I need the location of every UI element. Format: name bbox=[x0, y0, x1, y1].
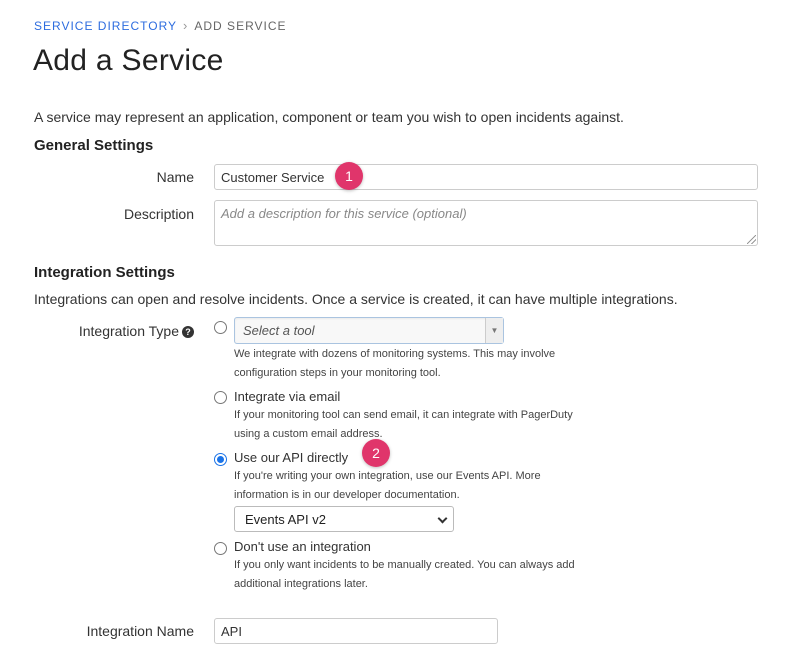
radio-integrate-email[interactable] bbox=[214, 391, 227, 404]
breadcrumb-service-directory-link[interactable]: SERVICE DIRECTORY bbox=[34, 19, 177, 33]
integration-type-label-text: Integration Type bbox=[78, 323, 179, 339]
integration-settings-heading: Integration Settings bbox=[34, 264, 175, 281]
name-label: Name bbox=[156, 169, 194, 185]
annotation-badge-2: 2 bbox=[362, 439, 390, 467]
integration-name-input[interactable] bbox=[214, 618, 498, 644]
integration-type-label: Integration Type? bbox=[34, 323, 194, 339]
select-tool-dropdown[interactable]: Select a tool ▼ bbox=[234, 317, 504, 344]
description-label: Description bbox=[123, 206, 194, 222]
radio-no-integration[interactable] bbox=[214, 542, 227, 555]
events-api-version-select[interactable]: Events API v2 bbox=[234, 506, 454, 532]
chevron-down-icon bbox=[437, 513, 448, 524]
breadcrumb-current: ADD SERVICE bbox=[194, 18, 287, 33]
page-intro: A service may represent an application, … bbox=[34, 109, 624, 125]
breadcrumb: SERVICE DIRECTORY › ADD SERVICE bbox=[34, 18, 287, 33]
resize-grip-icon[interactable] bbox=[747, 235, 756, 244]
service-name-input[interactable] bbox=[214, 164, 758, 190]
integrate-email-help: If your monitoring tool can send email, … bbox=[234, 409, 573, 440]
use-api-title[interactable]: Use our API directly bbox=[234, 450, 348, 465]
question-circle-icon[interactable]: ? bbox=[182, 326, 194, 338]
general-settings-heading: General Settings bbox=[34, 137, 154, 154]
radio-use-api[interactable] bbox=[214, 453, 227, 466]
chevron-right-icon: › bbox=[183, 18, 189, 33]
caret-down-icon: ▼ bbox=[485, 318, 503, 343]
use-api-help: If you're writing your own integration, … bbox=[234, 470, 541, 501]
select-tool-help: We integrate with dozens of monitoring s… bbox=[234, 348, 556, 379]
integration-name-label: Integration Name bbox=[86, 623, 194, 639]
no-integration-title[interactable]: Don't use an integration bbox=[234, 539, 371, 554]
radio-select-tool[interactable] bbox=[214, 321, 227, 334]
integration-intro: Integrations can open and resolve incide… bbox=[34, 291, 678, 307]
integrate-email-title[interactable]: Integrate via email bbox=[234, 389, 340, 404]
page-title: Add a Service bbox=[33, 44, 224, 77]
annotation-badge-1: 1 bbox=[335, 162, 363, 190]
no-integration-help: If you only want incidents to be manuall… bbox=[234, 559, 575, 590]
events-api-version-value: Events API v2 bbox=[245, 512, 326, 527]
select-tool-placeholder: Select a tool bbox=[243, 323, 315, 338]
description-textarea[interactable] bbox=[214, 200, 758, 246]
